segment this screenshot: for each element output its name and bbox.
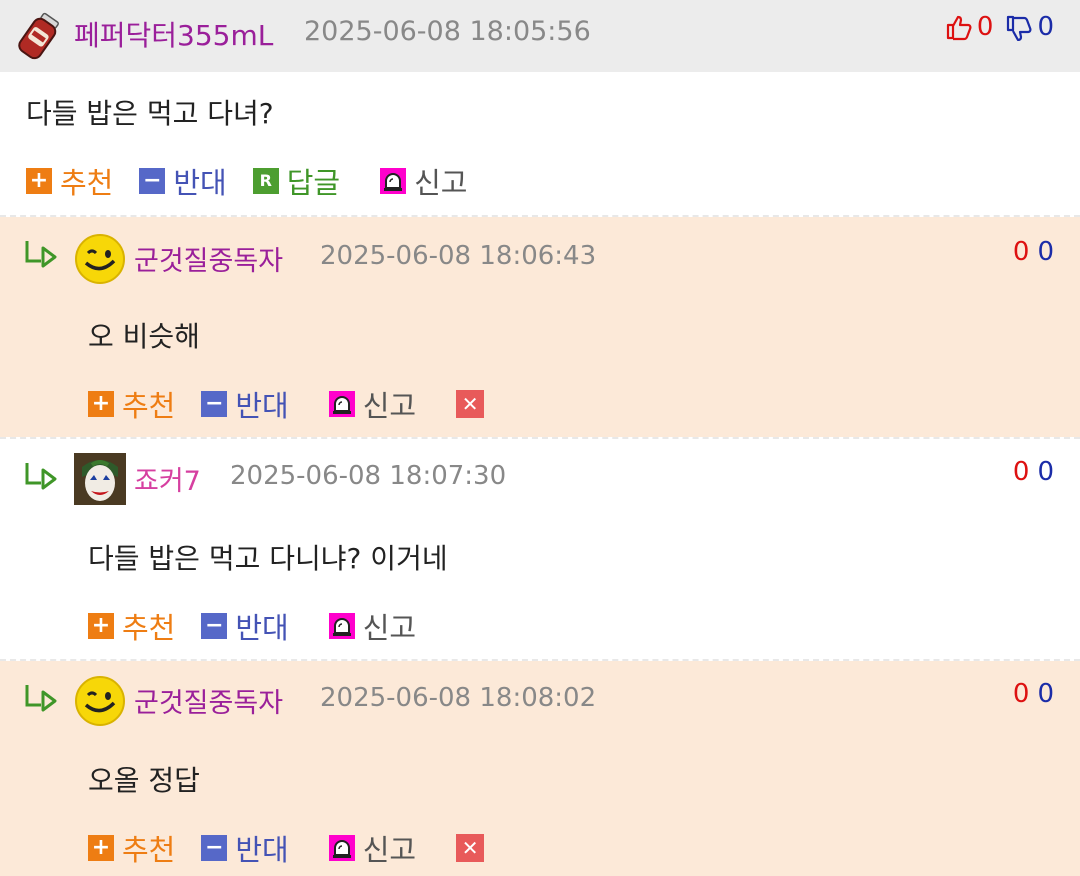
plus-icon: + [88, 391, 114, 417]
comment-item: 죠커7 2025-06-08 18:07:30 00 다들 밥은 먹고 다니냐?… [0, 439, 1080, 659]
thumbs-down-icon[interactable] [1005, 13, 1033, 41]
recommend-button[interactable]: + 추천 [88, 827, 175, 869]
minus-icon: − [201, 835, 228, 861]
comment-item: 군것질중독자 2025-06-08 18:06:43 00 오 비슷해 + 추천… [0, 217, 1080, 437]
post-down-count: 0 [1037, 12, 1054, 42]
recommend-label: 추천 [122, 611, 176, 645]
comment-text: 오 비슷해 [88, 320, 200, 353]
reply-icon: R [252, 168, 279, 194]
post-body: 다들 밥은 먹고 다녀? + 추천 − 반대 R 답글 신고 [0, 72, 1080, 215]
bottle-avatar-icon [18, 12, 59, 60]
comment-up-count[interactable]: 0 [1013, 237, 1030, 267]
siren-icon [328, 391, 355, 417]
oppose-label: 반대 [173, 166, 227, 200]
comment-text: 다들 밥은 먹고 다니냐? 이거네 [88, 542, 448, 575]
recommend-label: 추천 [122, 389, 176, 423]
reply-arrow-icon [25, 463, 57, 490]
report-label: 신고 [362, 611, 417, 645]
minus-icon: − [201, 391, 228, 417]
reply-arrow-icon [25, 241, 57, 268]
comment-votes: 00 [1013, 679, 1054, 709]
report-label: 신고 [414, 166, 468, 200]
oppose-button[interactable]: − 반대 [201, 605, 289, 647]
reply-arrow-icon [25, 685, 57, 712]
recommend-button[interactable]: + 추천 [88, 605, 175, 647]
delete-button[interactable]: ✕ [456, 834, 492, 862]
comment-up-count[interactable]: 0 [1013, 457, 1030, 487]
comment-item: 군것질중독자 2025-06-08 18:08:02 00 오올 정답 + 추천… [0, 661, 1080, 876]
joker-face-icon [74, 453, 126, 505]
report-label: 신고 [362, 833, 417, 867]
wink-smiley-icon [75, 676, 125, 726]
post-header: 페퍼닥터355mL 2025-06-08 18:05:56 0 0 [0, 0, 1080, 72]
siren-icon [380, 168, 407, 194]
plus-icon: + [88, 835, 114, 861]
oppose-label: 반대 [235, 389, 289, 423]
post-vote-box: 0 0 [945, 12, 1054, 42]
post-text: 다들 밥은 먹고 다녀? [26, 97, 274, 130]
report-button[interactable]: 신고 [328, 383, 417, 425]
recommend-button[interactable]: + 추천 [26, 160, 113, 202]
post-up-count: 0 [976, 12, 994, 42]
comment-action-row: + 추천 − 반대 신고 ✕ [88, 827, 518, 869]
recommend-label: 추천 [60, 166, 114, 200]
comment-author-name[interactable]: 죠커7 [134, 459, 201, 498]
wink-smiley-icon [75, 234, 125, 284]
comment-down-count[interactable]: 0 [1037, 237, 1054, 267]
post-timestamp: 2025-06-08 18:05:56 [304, 16, 591, 47]
comment-timestamp: 2025-06-08 18:08:02 [320, 683, 597, 713]
reply-button[interactable]: R 답글 [252, 160, 341, 202]
comment-down-count[interactable]: 0 [1037, 457, 1054, 487]
comment-action-row: + 추천 − 반대 신고 [88, 605, 442, 647]
recommend-button[interactable]: + 추천 [88, 383, 175, 425]
oppose-label: 반대 [235, 833, 289, 867]
report-button[interactable]: 신고 [328, 827, 417, 869]
comment-votes: 00 [1013, 237, 1054, 267]
report-button[interactable]: 신고 [380, 160, 468, 202]
oppose-button[interactable]: − 반대 [139, 160, 227, 202]
comment-text: 오올 정답 [88, 764, 200, 797]
minus-icon: − [201, 613, 228, 639]
comment-timestamp: 2025-06-08 18:06:43 [320, 241, 597, 271]
minus-icon: − [139, 168, 166, 194]
close-icon: ✕ [456, 834, 485, 862]
plus-icon: + [88, 613, 114, 639]
report-button[interactable]: 신고 [328, 605, 417, 647]
comment-votes: 00 [1013, 457, 1054, 487]
plus-icon: + [26, 168, 52, 194]
siren-icon [328, 613, 355, 639]
comment-author-name[interactable]: 군것질중독자 [134, 681, 283, 720]
post-author-name[interactable]: 페퍼닥터355mL [74, 14, 273, 54]
recommend-label: 추천 [122, 833, 176, 867]
siren-icon [328, 835, 355, 861]
comment-author-name[interactable]: 군것질중독자 [134, 239, 283, 278]
report-label: 신고 [362, 389, 417, 423]
thumbs-up-icon[interactable] [945, 13, 973, 41]
oppose-button[interactable]: − 반대 [201, 827, 289, 869]
oppose-label: 반대 [235, 611, 289, 645]
comment-up-count[interactable]: 0 [1013, 679, 1030, 709]
comment-timestamp: 2025-06-08 18:07:30 [230, 461, 507, 491]
post-action-row: + 추천 − 반대 R 답글 신고 [26, 160, 494, 202]
comment-action-row: + 추천 − 반대 신고 ✕ [88, 383, 518, 425]
reply-label: 답글 [286, 166, 341, 200]
oppose-button[interactable]: − 반대 [201, 383, 289, 425]
comment-down-count[interactable]: 0 [1037, 679, 1054, 709]
delete-button[interactable]: ✕ [456, 390, 492, 418]
close-icon: ✕ [456, 390, 485, 418]
